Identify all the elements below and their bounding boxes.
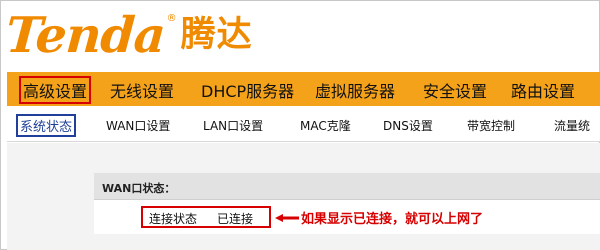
connection-status-value: 已连接 <box>217 212 254 226</box>
sub-nav-wan-settings[interactable]: WAN口设置 <box>106 117 170 134</box>
logo-registered-mark: ® <box>166 13 177 24</box>
logo-brand-cn: 腾达 <box>180 15 253 55</box>
connection-status-row: 连接状态 已连接 如果显示已连接，就可以上网了 <box>94 200 600 234</box>
main-nav-virtual-server[interactable]: 虚拟服务器 <box>315 78 395 102</box>
sub-nav-mac-clone[interactable]: MAC克隆 <box>300 117 351 134</box>
sub-nav-traffic-stats[interactable]: 流量统 <box>554 117 590 134</box>
main-nav-security-settings[interactable]: 安全设置 <box>423 78 487 102</box>
main-nav: 高级设置 无线设置 DHCP服务器 虚拟服务器 安全设置 路由设置 <box>7 72 600 106</box>
main-nav-advanced-settings[interactable]: 高级设置 <box>19 76 92 104</box>
main-nav-routing-settings[interactable]: 路由设置 <box>511 78 575 102</box>
annotation-note: 如果显示已连接，就可以上网了 <box>301 212 484 227</box>
connection-status-highlight: 连接状态 已连接 <box>141 206 271 228</box>
left-arrow-icon <box>275 214 299 222</box>
tenda-logo: Tenda ® 腾达 <box>3 3 253 64</box>
main-nav-dhcp-server[interactable]: DHCP服务器 <box>201 78 294 102</box>
sub-nav-bandwidth-control[interactable]: 带宽控制 <box>467 117 515 134</box>
wan-status-title: WAN口状态： <box>102 182 176 195</box>
connection-status-label: 连接状态 <box>149 212 198 226</box>
sub-nav-system-status[interactable]: 系统状态 <box>16 114 77 137</box>
main-nav-wireless-settings[interactable]: 无线设置 <box>110 78 174 102</box>
wan-status-header: WAN口状态： <box>94 173 600 200</box>
sub-nav: 系统状态 WAN口设置 LAN口设置 MAC克隆 DNS设置 带宽控制 流量统 <box>7 106 600 142</box>
sub-nav-lan-settings[interactable]: LAN口设置 <box>203 117 263 134</box>
content-area: WAN口状态： 连接状态 已连接 如果显示已连接，就可以上网了 <box>7 143 600 250</box>
logo-brand-en: Tenda <box>3 6 167 64</box>
sub-nav-dns-settings[interactable]: DNS设置 <box>383 117 433 134</box>
